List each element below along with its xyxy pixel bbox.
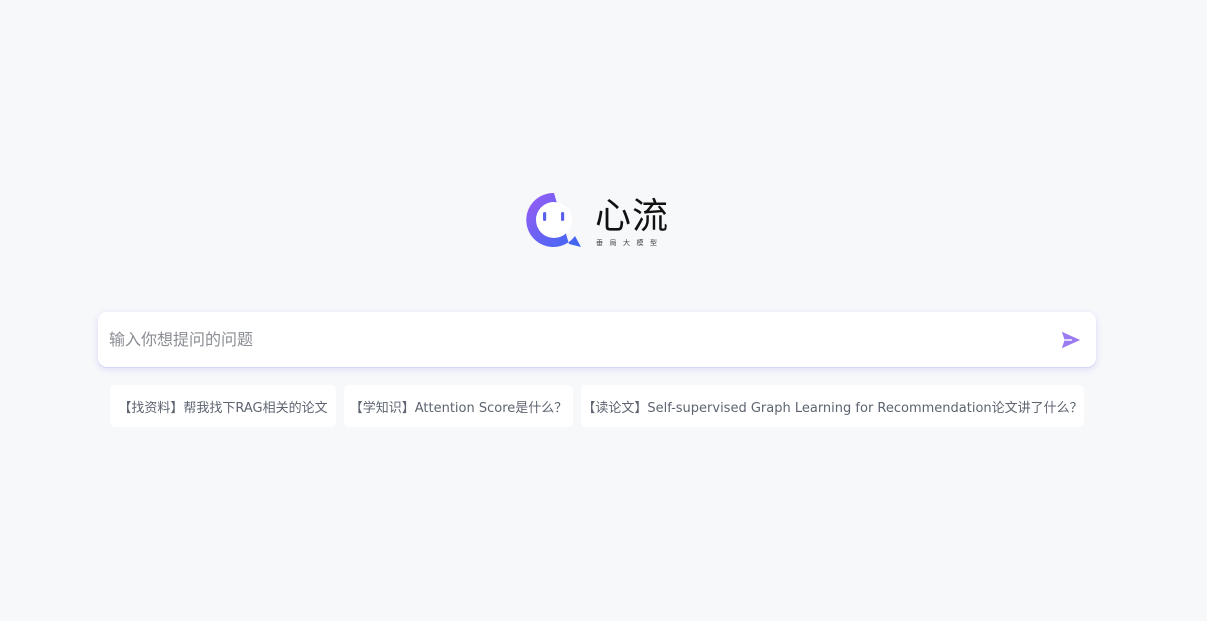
brand-subtitle: 垂局大模型 — [596, 239, 664, 247]
brand-title: 心流 — [595, 196, 670, 237]
page: 心流 垂局大模型 【找资料】帮我找下RAG相关的论文 【学知识】Attentio… — [0, 0, 1207, 621]
suggestion-list: 【找资料】帮我找下RAG相关的论文 【学知识】Attention Score是什… — [0, 385, 1207, 427]
search-box — [98, 312, 1096, 367]
send-button[interactable] — [1058, 327, 1084, 353]
send-icon — [1061, 331, 1081, 349]
search-input[interactable] — [98, 312, 1038, 367]
suggestion-chip-read-paper[interactable]: 【读论文】Self-supervised Graph Learning for … — [581, 385, 1084, 427]
suggestion-chip-find-papers[interactable]: 【找资料】帮我找下RAG相关的论文 — [110, 385, 336, 427]
chat-bubble-face-icon — [526, 192, 581, 247]
brand-logo: 心流 垂局大模型 — [523, 189, 673, 253]
suggestion-chip-learn-knowledge[interactable]: 【学知识】Attention Score是什么？ — [344, 385, 573, 427]
